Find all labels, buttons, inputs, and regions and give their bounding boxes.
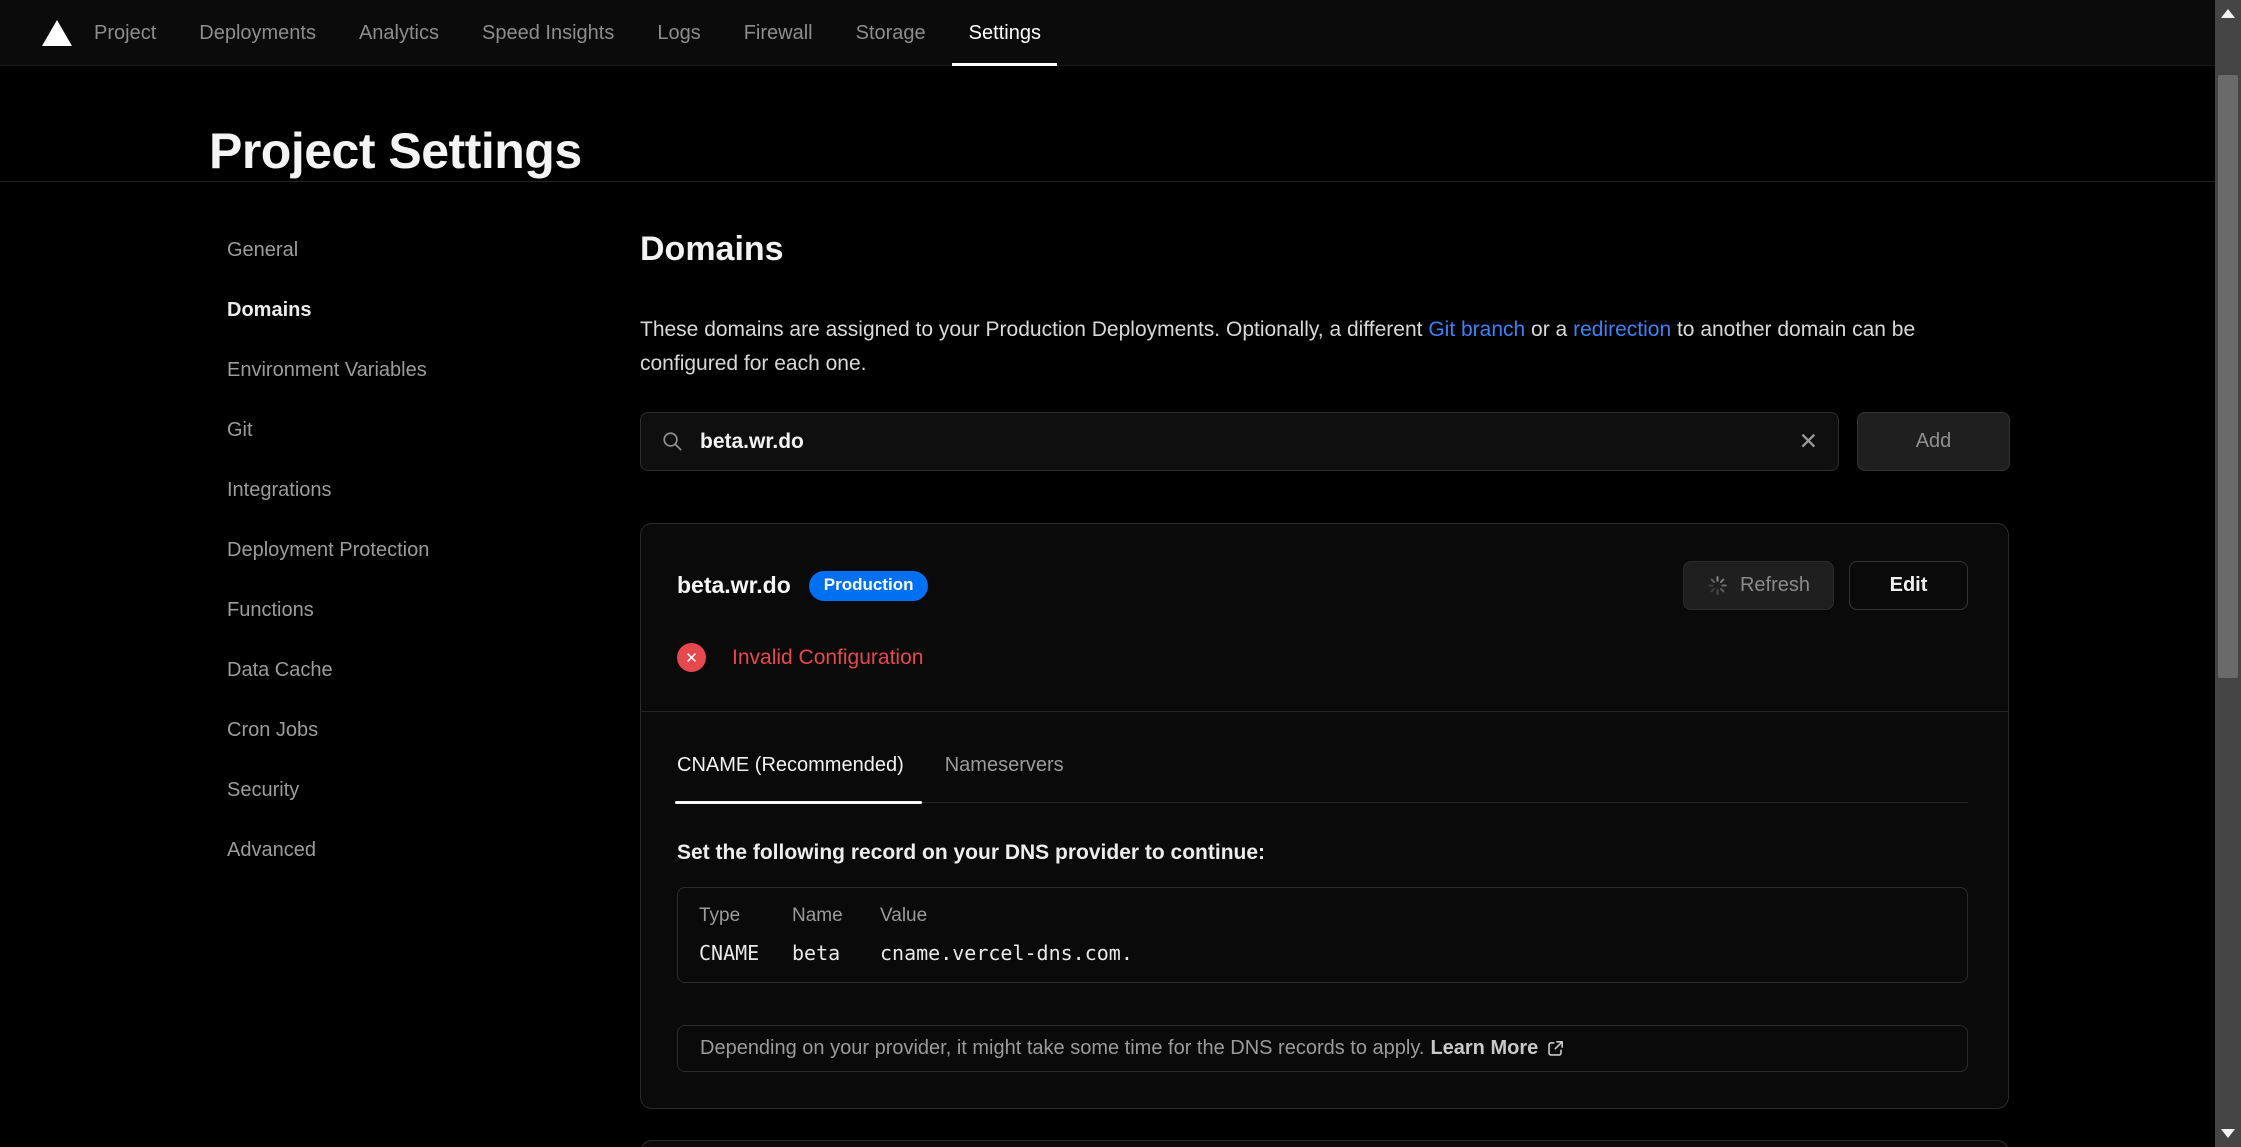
sidebar-item-data-cache[interactable]: Data Cache — [227, 660, 429, 680]
dns-record-name: beta — [792, 941, 880, 965]
record-tabs: CNAME (Recommended) Nameservers — [677, 754, 1064, 777]
dns-record-type: CNAME — [699, 941, 792, 965]
dns-header-type: Type — [699, 905, 792, 927]
settings-sidebar: General Domains Environment Variables Gi… — [227, 240, 429, 900]
description-text-line2: configured for each one. — [640, 352, 867, 375]
clear-search-icon[interactable]: ✕ — [1799, 430, 1818, 453]
domains-description: These domains are assigned to your Produ… — [640, 313, 2100, 381]
error-circle-icon: ✕ — [677, 643, 706, 672]
next-domain-card-edge — [640, 1140, 2009, 1147]
dns-header-value: Value — [880, 905, 927, 927]
dns-table-value-row: CNAME beta cname.vercel-dns.com. — [699, 941, 1967, 965]
dns-propagation-note: Depending on your provider, it might tak… — [677, 1025, 1968, 1072]
nav-tab-deployments[interactable]: Deployments — [199, 0, 316, 66]
nav-tab-logs[interactable]: Logs — [657, 0, 700, 66]
sidebar-item-functions[interactable]: Functions — [227, 600, 429, 620]
tab-nameservers[interactable]: Nameservers — [945, 754, 1064, 777]
learn-more-link[interactable]: Learn More — [1430, 1037, 1565, 1060]
dns-table-header-row: Type Name Value — [699, 905, 1967, 927]
nav-tab-storage[interactable]: Storage — [856, 0, 926, 66]
status-message: Invalid Configuration — [732, 646, 923, 670]
active-tab-underline — [675, 801, 922, 804]
domain-card: beta.wr.do Production Refresh — [640, 523, 2009, 1109]
section-title-domains: Domains — [640, 230, 784, 269]
sidebar-item-integrations[interactable]: Integrations — [227, 480, 429, 500]
production-badge: Production — [809, 571, 929, 601]
sidebar-item-domains[interactable]: Domains — [227, 300, 429, 320]
sidebar-item-deployment-protection[interactable]: Deployment Protection — [227, 540, 429, 560]
page-header: Project Settings — [0, 66, 2215, 182]
dns-instruction: Set the following record on your DNS pro… — [677, 841, 1265, 865]
spinner-icon — [1707, 575, 1728, 596]
nav-tab-speed-insights[interactable]: Speed Insights — [482, 0, 614, 66]
edit-button[interactable]: Edit — [1849, 561, 1968, 610]
tabs-divider — [677, 802, 1968, 803]
tab-cname-recommended[interactable]: CNAME (Recommended) — [677, 754, 904, 777]
sidebar-item-general[interactable]: General — [227, 240, 429, 260]
scrollbar-down-arrow-icon[interactable] — [2221, 1129, 2235, 1138]
project-settings-page: Project Deployments Analytics Speed Insi… — [0, 0, 2241, 1147]
sidebar-item-security[interactable]: Security — [227, 780, 429, 800]
nav-tabs: Project Deployments Analytics Speed Insi… — [94, 0, 1041, 66]
card-divider — [641, 711, 2008, 712]
external-link-icon — [1546, 1039, 1565, 1058]
nav-tab-analytics[interactable]: Analytics — [359, 0, 439, 66]
nav-tab-project[interactable]: Project — [94, 0, 156, 66]
description-text: These domains are assigned to your Produ… — [640, 318, 1428, 341]
page-title: Project Settings — [209, 126, 582, 176]
top-nav: Project Deployments Analytics Speed Insi… — [0, 0, 2215, 66]
refresh-button[interactable]: Refresh — [1683, 561, 1834, 610]
domain-search-input[interactable] — [700, 430, 1799, 454]
sidebar-item-cron-jobs[interactable]: Cron Jobs — [227, 720, 429, 740]
domain-search-field[interactable]: ✕ — [640, 412, 1839, 471]
nav-tab-firewall[interactable]: Firewall — [744, 0, 813, 66]
dns-header-name: Name — [792, 905, 880, 927]
dns-record-value: cname.vercel-dns.com. — [880, 941, 1133, 965]
sidebar-item-git[interactable]: Git — [227, 420, 429, 440]
redirection-link[interactable]: redirection — [1573, 318, 1671, 341]
page-scrollbar[interactable] — [2215, 0, 2241, 1147]
domain-status: ✕ Invalid Configuration — [677, 643, 923, 672]
nav-tab-settings[interactable]: Settings — [969, 0, 1041, 66]
vercel-logo-icon[interactable] — [42, 20, 72, 46]
dns-record-table: Type Name Value CNAME beta cname.vercel-… — [677, 887, 1968, 983]
sidebar-item-advanced[interactable]: Advanced — [227, 840, 429, 860]
sidebar-item-environment-variables[interactable]: Environment Variables — [227, 360, 429, 380]
domain-card-header: beta.wr.do Production Refresh — [677, 561, 1968, 610]
domain-name: beta.wr.do — [677, 572, 791, 599]
refresh-button-label: Refresh — [1740, 574, 1810, 597]
git-branch-link[interactable]: Git branch — [1428, 318, 1525, 341]
add-domain-button[interactable]: Add — [1857, 412, 2010, 471]
scrollbar-up-arrow-icon[interactable] — [2221, 9, 2235, 18]
note-text: Depending on your provider, it might tak… — [700, 1037, 1424, 1060]
scrollbar-thumb[interactable] — [2218, 75, 2238, 678]
search-icon — [661, 430, 684, 453]
